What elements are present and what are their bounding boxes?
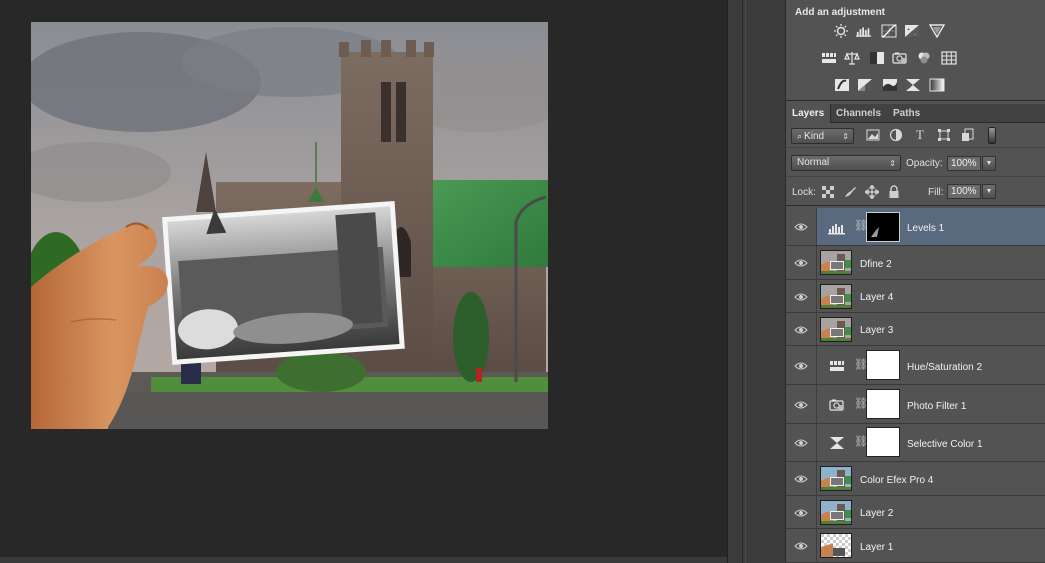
opacity-dropdown-button[interactable]: ▼ xyxy=(982,156,996,171)
smart-object-filter-icon[interactable] xyxy=(961,128,975,142)
curves-icon[interactable] xyxy=(881,24,897,38)
layer-row[interactable]: Layer 3 xyxy=(786,313,1045,346)
lock-transparent-pixels-icon[interactable] xyxy=(822,186,834,198)
layer-row[interactable]: ⛓ Hue/Saturation 2 xyxy=(786,346,1045,385)
selective-color-icon xyxy=(830,437,844,449)
photo-filter-icon[interactable] xyxy=(892,51,908,65)
color-lookup-icon[interactable] xyxy=(941,51,957,65)
layer-thumbnail[interactable] xyxy=(820,500,852,525)
visibility-eye-icon[interactable] xyxy=(794,541,808,551)
adjustment-layer-filter-icon[interactable] xyxy=(889,128,903,142)
layer-name[interactable]: Layer 2 xyxy=(860,508,893,519)
opacity-label: Opacity: xyxy=(906,158,943,169)
layer-thumbnail[interactable] xyxy=(820,317,852,342)
fill-field[interactable]: 100% xyxy=(947,184,981,199)
color-balance-icon[interactable] xyxy=(844,51,860,65)
fill-dropdown-button[interactable]: ▼ xyxy=(982,184,996,199)
threshold-icon[interactable] xyxy=(882,78,898,92)
layers-list: ⛓ Levels 1 Dfine 2 Layer 4 Layer 3 ⛓ Hue… xyxy=(786,208,1045,563)
lock-all-icon[interactable] xyxy=(888,185,900,199)
type-layer-filter-icon[interactable]: T xyxy=(913,128,927,142)
chevron-updown-icon: ⇕ xyxy=(889,159,896,168)
layer-mask-thumbnail[interactable] xyxy=(866,212,900,242)
layer-row[interactable]: ⛓ Levels 1 xyxy=(786,208,1045,246)
layer-row[interactable]: Color Efex Pro 4 xyxy=(786,462,1045,496)
photo-filter-icon xyxy=(829,399,844,411)
tab-layers[interactable]: Layers xyxy=(786,104,832,123)
posterize-icon[interactable] xyxy=(857,78,873,92)
tab-channels[interactable]: Channels xyxy=(830,104,887,123)
hue-saturation-icon xyxy=(830,361,844,371)
opacity-field[interactable]: 100% xyxy=(947,156,981,171)
levels-icon[interactable] xyxy=(856,24,872,38)
visibility-eye-icon[interactable] xyxy=(794,508,808,518)
layer-name[interactable]: Layer 4 xyxy=(860,292,893,303)
visibility-eye-icon[interactable] xyxy=(794,400,808,410)
visibility-eye-icon[interactable] xyxy=(794,361,808,371)
document-image[interactable] xyxy=(31,22,548,429)
tab-paths[interactable]: Paths xyxy=(887,104,926,123)
visibility-eye-icon[interactable] xyxy=(794,258,808,268)
adjustments-title: Add an adjustment xyxy=(795,7,886,18)
layer-row[interactable]: ⛓ Selective Color 1 xyxy=(786,424,1045,462)
kind-filter-select[interactable]: ⌕ Kind ⇕ xyxy=(791,128,854,144)
search-icon: ⌕ xyxy=(797,131,803,141)
exposure-icon[interactable]: +- xyxy=(904,24,920,38)
photo-church-scene xyxy=(31,22,548,429)
layer-mask-thumbnail[interactable] xyxy=(866,350,900,380)
layer-name[interactable]: Levels 1 xyxy=(907,223,944,234)
gradient-map-icon[interactable] xyxy=(929,78,945,92)
layer-row[interactable]: Layer 1 xyxy=(786,529,1045,563)
visibility-eye-icon[interactable] xyxy=(794,438,808,448)
layer-name[interactable]: Photo Filter 1 xyxy=(907,401,966,412)
lock-position-icon[interactable] xyxy=(865,185,879,199)
kind-filter-label: Kind xyxy=(804,131,825,142)
blend-mode-select[interactable]: Normal ⇕ xyxy=(791,155,901,171)
chevron-updown-icon: ⇕ xyxy=(842,132,849,141)
channel-mixer-icon[interactable] xyxy=(916,51,932,65)
fill-label: Fill: xyxy=(928,187,944,198)
layer-mask-thumbnail[interactable] xyxy=(866,389,900,419)
lock-label: Lock: xyxy=(792,187,816,198)
layer-name[interactable]: Layer 1 xyxy=(860,542,893,553)
adjustments-panel: Add an adjustment + - xyxy=(786,0,1045,101)
layer-row[interactable]: Layer 2 xyxy=(786,496,1045,529)
visibility-eye-icon[interactable] xyxy=(794,325,808,335)
layer-thumbnail[interactable] xyxy=(820,466,852,491)
layer-thumbnail[interactable] xyxy=(820,250,852,275)
right-panel: Add an adjustment + - Layers Channels Pat… xyxy=(785,0,1045,563)
levels-icon xyxy=(828,224,845,235)
layer-name[interactable]: Layer 3 xyxy=(860,325,893,336)
layer-name[interactable]: Color Efex Pro 4 xyxy=(860,475,933,486)
hue-saturation-icon[interactable] xyxy=(821,51,837,65)
layer-mask-thumbnail[interactable] xyxy=(866,427,900,457)
visibility-eye-icon[interactable] xyxy=(794,474,808,484)
layer-name[interactable]: Selective Color 1 xyxy=(907,439,983,450)
lock-image-pixels-icon[interactable] xyxy=(843,185,857,199)
panel-dock-gutter xyxy=(727,0,785,563)
layer-row[interactable]: ⛓ Photo Filter 1 xyxy=(786,385,1045,424)
vibrance-icon[interactable] xyxy=(929,24,945,38)
panel-tabs: Layers Channels Paths xyxy=(786,104,1045,123)
canvas-area[interactable] xyxy=(0,0,727,563)
black-white-icon[interactable] xyxy=(869,51,885,65)
pixel-layer-filter-icon[interactable] xyxy=(866,128,880,142)
layer-name[interactable]: Dfine 2 xyxy=(860,259,892,270)
shape-layer-filter-icon[interactable] xyxy=(937,128,951,142)
layer-row[interactable]: Dfine 2 xyxy=(786,246,1045,280)
layer-name[interactable]: Hue/Saturation 2 xyxy=(907,362,982,373)
layer-row[interactable]: Layer 4 xyxy=(786,280,1045,313)
svg-text:+: + xyxy=(907,27,910,33)
selective-color-icon[interactable] xyxy=(905,78,921,92)
visibility-eye-icon[interactable] xyxy=(794,292,808,302)
filter-toggle-switch[interactable] xyxy=(988,127,996,144)
brightness-contrast-icon[interactable] xyxy=(833,24,849,38)
layer-thumbnail[interactable] xyxy=(820,284,852,309)
blend-mode-value: Normal xyxy=(797,157,830,168)
visibility-eye-icon[interactable] xyxy=(794,222,808,232)
invert-icon[interactable] xyxy=(834,78,850,92)
status-bar xyxy=(0,557,727,563)
layer-thumbnail[interactable] xyxy=(820,533,852,558)
